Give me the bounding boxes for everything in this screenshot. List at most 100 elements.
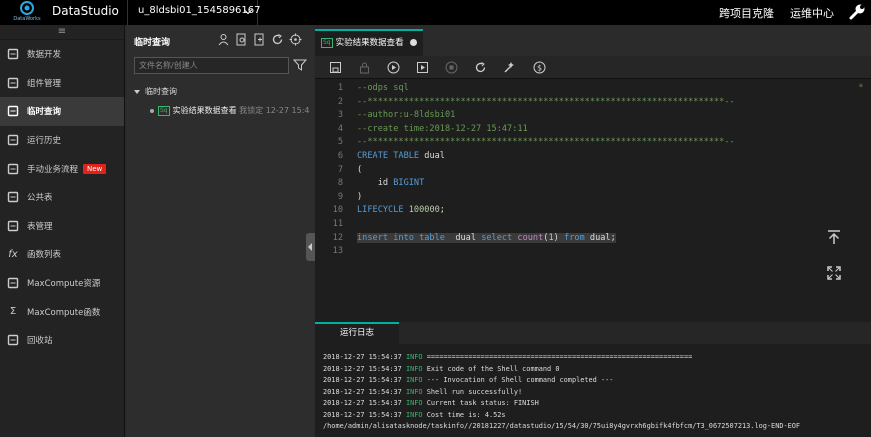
line-number: 1	[337, 83, 343, 93]
code-token: from	[564, 232, 590, 243]
sidebar-item-6[interactable]: 公共表	[0, 183, 124, 212]
project-selector[interactable]: u_8ldsbi01_1545896167	[127, 0, 261, 25]
sidebar-item-9[interactable]: MaxCompute资源	[0, 269, 124, 298]
line-number: 7	[337, 164, 343, 175]
code-line: )	[357, 192, 362, 202]
log-lvl: INFO	[405, 410, 423, 419]
log-line: 2018-12-27 15:54:37 INFO ===============…	[323, 353, 871, 365]
format-code-icon[interactable]	[503, 61, 516, 74]
sidebar-item-label: 临时查询	[27, 107, 62, 118]
run-icon[interactable]	[387, 61, 400, 74]
log-tab-bar: 运行日志	[315, 322, 871, 344]
line-number: 12	[332, 232, 343, 243]
sidebar-item-2[interactable]: 组件管理	[0, 69, 124, 98]
refresh-icon[interactable]	[271, 33, 284, 46]
sidebar-item-11[interactable]: 回收站	[0, 326, 124, 355]
sidebar-item-8[interactable]: fx 函数列表	[0, 240, 124, 269]
minimap[interactable]: ≡	[859, 82, 871, 96]
user-icon[interactable]	[217, 33, 230, 46]
code-line: --create time:2018-12-27 15:47:11	[357, 124, 528, 134]
unsaved-dot-icon[interactable]	[410, 39, 417, 46]
code-line: insert into table dual select count(1) f…	[357, 232, 616, 243]
code-token: insert into table	[357, 232, 451, 243]
sidebar-item-7[interactable]: 表管理	[0, 212, 124, 241]
search-input[interactable]: 文件名称/创建人	[134, 57, 289, 74]
log-ts: 2018-12-27 15:54:37	[323, 410, 406, 419]
tree-node-query-file[interactable]: Sq 实验结果数据查看 我锁定 12-27 15:4	[150, 105, 314, 116]
code-token: --**************************************…	[357, 96, 735, 107]
code-token: BIGINT	[393, 178, 425, 189]
cross-project-clone-link[interactable]: 跨项目克隆	[719, 5, 774, 21]
scroll-top-icon[interactable]	[826, 229, 842, 245]
ops-center-link[interactable]: 运维中心	[790, 5, 834, 21]
line-number: 2	[337, 96, 343, 107]
sidebar-item-5[interactable]: 手动业务流程 New	[0, 154, 124, 183]
cost-estimate-icon[interactable]: $	[533, 61, 546, 74]
code-token: LIFECYCLE	[357, 205, 409, 216]
sidebar-item-10[interactable]: Σ MaxCompute函数	[0, 297, 124, 326]
svg-text:$: $	[537, 63, 542, 72]
code-token: )	[553, 232, 565, 243]
sidebar-item-1[interactable]: 数据开发	[0, 40, 124, 69]
editor-tab-bar: Sq 实验结果数据查看	[315, 25, 871, 56]
log-lvl: INFO	[405, 387, 423, 396]
code-token: dual	[450, 232, 482, 243]
puzzle-icon	[6, 76, 20, 90]
run-log-output: 2018-12-27 15:54:37 INFO ===============…	[315, 344, 871, 437]
code-editor[interactable]: ≡ 1 --odps sql 2 --************************…	[315, 80, 871, 322]
sidebar-item-label: 数据开发	[27, 50, 62, 61]
tab-run-log[interactable]: 运行日志	[315, 322, 399, 344]
code-token: --create time:2018-12-27 15:47:11	[357, 123, 528, 134]
tree-node-time: 12-27 15:4	[265, 106, 310, 115]
log-lvl: INFO	[405, 399, 423, 407]
log-ts: 2018-12-27 15:54:37	[323, 387, 406, 396]
tab-title: 实验结果数据查看	[335, 38, 404, 48]
fullscreen-icon[interactable]	[826, 265, 842, 281]
code-token: select	[481, 232, 518, 243]
logo-icon	[20, 1, 34, 15]
code-token: 100000	[408, 205, 440, 216]
panel-collapse-handle[interactable]	[306, 233, 315, 261]
tree-node-lock: 我锁定	[239, 106, 264, 115]
sidebar-item-4[interactable]: 运行历史	[0, 126, 124, 155]
log-msg: --- Invocation of Shell command complete…	[422, 376, 614, 384]
log-msg: Shell run successfully!	[422, 387, 523, 396]
log-ts: 2018-12-27 15:54:37	[323, 364, 406, 373]
save-icon[interactable]	[329, 61, 342, 74]
locate-icon[interactable]	[289, 33, 302, 46]
lock-icon[interactable]	[358, 61, 371, 74]
code-token: ;	[439, 205, 445, 216]
app-title[interactable]: DataStudio	[52, 4, 119, 18]
tree-folder-temp-query[interactable]: 临时查询	[134, 86, 177, 97]
search-file-icon[interactable]	[235, 33, 248, 46]
stop-icon[interactable]	[445, 61, 458, 74]
log-line: 2018-12-27 15:54:37 INFO Shell run succe…	[323, 388, 871, 400]
log-lvl: INFO	[405, 364, 423, 373]
function-icon: fx	[8, 248, 18, 260]
temp-query-panel: 临时查询 文件名称/创建人 临时查询 Sq 实验结果数据查看 我锁定 12-27 …	[126, 25, 314, 437]
run-with-params-icon[interactable]	[416, 61, 429, 74]
new-file-icon[interactable]	[253, 33, 266, 46]
sidebar-item-label: 回收站	[27, 336, 53, 347]
reload-icon[interactable]	[474, 61, 487, 74]
sidebar: ≡ 数据开发组件管理临时查询运行历史 手动业务流程 New 公共表表管理 fx 函数列表 M…	[0, 25, 125, 437]
wrench-icon[interactable]	[848, 3, 866, 21]
line-number: 13	[332, 246, 343, 257]
sidebar-collapse-toggle[interactable]: ≡	[0, 25, 124, 40]
log-ts: 2018-12-27 15:54:37	[323, 376, 406, 384]
tab-query-file[interactable]: Sq 实验结果数据查看	[315, 29, 423, 56]
dataworks-logo[interactable]: DataWorks	[12, 1, 42, 25]
log-msg: ========================================…	[422, 353, 693, 361]
sidebar-item-label: 函数列表	[27, 250, 62, 261]
log-ts: 2018-12-27 15:54:37	[323, 353, 406, 361]
code-line: --author:u-8ldsbi01	[357, 110, 455, 120]
sidebar-item-3[interactable]: 临时查询	[0, 97, 124, 126]
code-token: dual	[424, 151, 445, 161]
sigma-icon: Σ	[9, 306, 17, 318]
sidebar-item-label: 公共表	[27, 193, 53, 204]
filter-icon[interactable]	[293, 58, 307, 72]
log-msg: Exit code of the Shell command 0	[422, 364, 560, 373]
code-line: (	[357, 165, 362, 175]
log-line: 2018-12-27 15:54:37 INFO Cost time is: 4…	[323, 411, 871, 423]
table-icon	[6, 190, 20, 204]
